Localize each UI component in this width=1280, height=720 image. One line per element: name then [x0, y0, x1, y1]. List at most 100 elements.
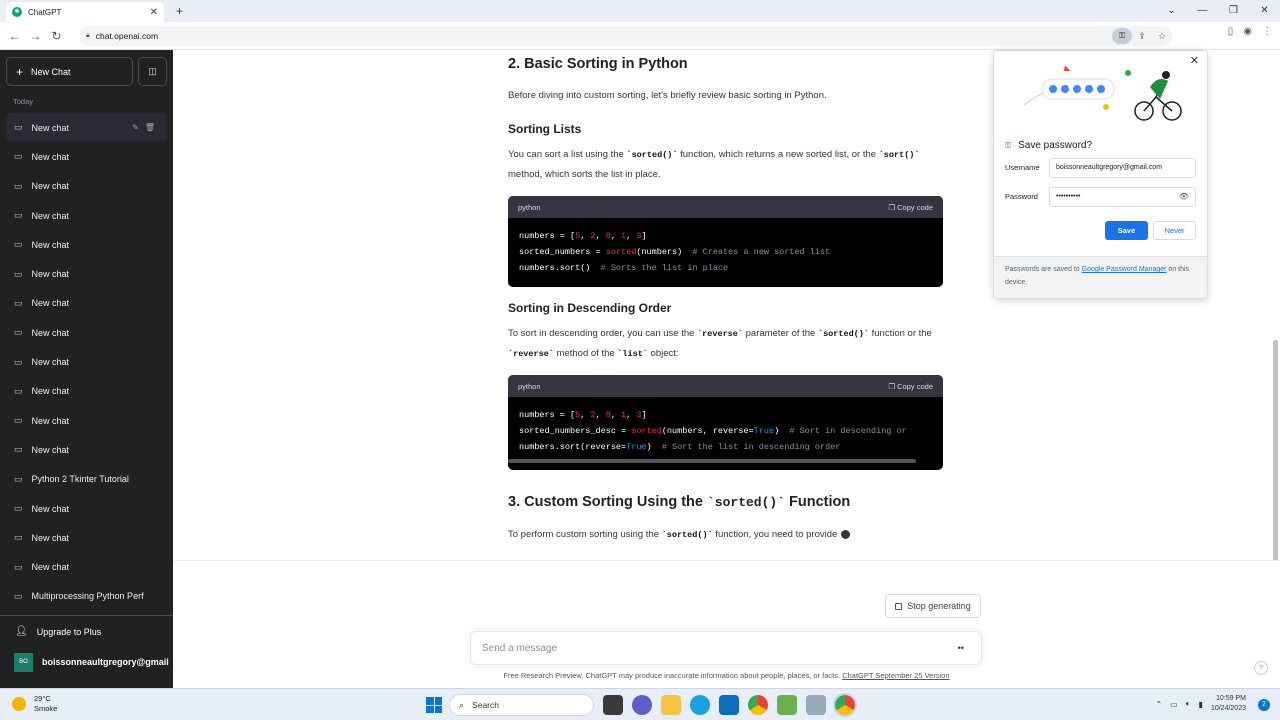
- upgrade-button[interactable]: 👤︎ Upgrade to Plus: [0, 616, 173, 647]
- password-key-icon[interactable]: ⚿: [1112, 28, 1132, 44]
- tab-title: ChatGPT: [28, 7, 62, 17]
- clock[interactable]: 10:59 PM 10/24/2023: [1211, 694, 1246, 714]
- copy-code-button[interactable]: ❐ Copy code: [888, 382, 933, 391]
- network-icon[interactable]: ▭: [1170, 700, 1178, 709]
- weather-icon: [12, 697, 26, 711]
- chat-item[interactable]: ▭ Multiprocessing Python Perf: [6, 582, 167, 611]
- code-language: python: [518, 381, 541, 391]
- version-link[interactable]: ChatGPT September 25 Version: [842, 671, 949, 680]
- show-password-icon[interactable]: 👁︎: [1179, 188, 1189, 206]
- close-icon[interactable]: ✕: [1190, 54, 1199, 67]
- weather-widget[interactable]: 29°C Smoke: [12, 694, 57, 714]
- chat-item[interactable]: ▭ New chat: [6, 318, 167, 347]
- chat-item[interactable]: ▭ New chat: [6, 406, 167, 435]
- paragraph: You can sort a list using the `sorted()`…: [508, 149, 920, 180]
- close-window-button[interactable]: ✕: [1249, 0, 1280, 22]
- dialog-title: ⚿ Save password?: [1005, 140, 1093, 151]
- volume-icon[interactable]: 🔈︎: [1186, 699, 1191, 709]
- close-tab-icon[interactable]: ✕: [150, 7, 158, 18]
- chat-item[interactable]: ▭ New chat: [6, 377, 167, 406]
- notification-badge[interactable]: 2: [1258, 699, 1270, 711]
- new-tab-button[interactable]: +: [176, 4, 183, 18]
- site-info-icon[interactable]: 🔒︎: [86, 32, 90, 40]
- chat-item[interactable]: ▭ New chat ✎🗑︎: [6, 113, 167, 143]
- notepad-icon[interactable]: [777, 695, 797, 715]
- chat-item[interactable]: ▭ New chat: [6, 523, 167, 552]
- save-password-dialog: ✕ ⚿ Save password? Username boissonneault…: [993, 50, 1208, 299]
- stop-icon: [895, 602, 903, 610]
- username-field[interactable]: boissonneaultgregory@gmail.com: [1049, 158, 1196, 178]
- chat-item-label: New chat: [31, 444, 70, 455]
- message-input[interactable]: Send a message ••: [470, 631, 982, 665]
- chrome-active-icon[interactable]: [833, 693, 857, 717]
- browser-tab[interactable]: ✺ ChatGPT ✕: [6, 2, 164, 22]
- sidebar-toggle-button[interactable]: ◫: [138, 57, 167, 86]
- sidepanel-icon[interactable]: ▯: [1228, 26, 1234, 37]
- forward-icon[interactable]: →: [25, 29, 46, 43]
- password-field[interactable]: •••••••••• 👁︎: [1049, 187, 1196, 207]
- chat-item[interactable]: ▭ New chat: [6, 347, 167, 376]
- edit-icon[interactable]: ✎: [132, 123, 145, 132]
- share-icon[interactable]: ⇪: [1132, 31, 1152, 42]
- chat-item[interactable]: ▭ New chat: [6, 142, 167, 171]
- chat-item[interactable]: ▭ New chat: [6, 230, 167, 259]
- message-icon: ▭: [14, 122, 23, 133]
- app-icon[interactable]: [806, 695, 826, 715]
- minimize-button[interactable]: —: [1187, 0, 1218, 22]
- code-block: python ❐ Copy code numbers = [5, 2, 8, 1,…: [508, 375, 943, 470]
- file-explorer-icon[interactable]: [661, 695, 681, 715]
- chat-item[interactable]: ▭ New chat: [6, 435, 167, 464]
- reload-icon[interactable]: ↻: [46, 29, 67, 43]
- battery-icon[interactable]: ▮: [1199, 700, 1203, 709]
- page-scrollbar[interactable]: [1273, 340, 1278, 590]
- sidebar-footer: 👤︎ Upgrade to Plus BO boissonneaultgregory…: [0, 615, 173, 677]
- chat-item-label: New chat: [31, 386, 70, 397]
- code-block: python ❐ Copy code numbers = [5, 2, 8, 1,…: [508, 196, 943, 287]
- message-placeholder: Send a message: [482, 642, 558, 654]
- save-button[interactable]: Save: [1105, 221, 1148, 240]
- chat-item[interactable]: ▭ New chat: [6, 494, 167, 523]
- maximize-button[interactable]: ❐: [1218, 0, 1249, 22]
- never-button[interactable]: Never: [1153, 221, 1196, 240]
- store-icon[interactable]: [719, 695, 739, 715]
- plus-icon: +: [16, 64, 24, 79]
- url-bar[interactable]: 🔒︎ chat.openai.com ⚿ ⇪ ☆: [80, 26, 1172, 46]
- password-manager-link[interactable]: Google Password Manager: [1082, 266, 1167, 273]
- section-label: Today: [13, 97, 34, 106]
- bookmark-star-icon[interactable]: ☆: [1152, 31, 1172, 42]
- new-chat-button[interactable]: + New Chat: [6, 57, 133, 86]
- chat-item[interactable]: ▭ New chat: [6, 289, 167, 318]
- user-name: boissonneaultgregory@gmail: [42, 657, 169, 667]
- chat-item[interactable]: ▭ New chat: [6, 172, 167, 201]
- copy-code-button[interactable]: ❐ Copy code: [888, 203, 933, 212]
- chat-item[interactable]: ▭ New chat: [6, 201, 167, 230]
- message-icon: ▭: [14, 268, 23, 279]
- code-horizontal-scrollbar[interactable]: [508, 459, 916, 463]
- tab-search-icon[interactable]: ⌄: [1156, 0, 1187, 22]
- menu-kebab-icon[interactable]: ⋮: [1262, 26, 1272, 37]
- message-icon: ▭: [14, 210, 23, 221]
- back-icon[interactable]: ←: [4, 29, 25, 43]
- message-icon: ▭: [14, 415, 23, 426]
- trash-icon[interactable]: 🗑︎: [145, 123, 161, 132]
- chat-item[interactable]: ▭ New chat: [6, 259, 167, 288]
- chevron-up-icon[interactable]: ⌃: [1155, 700, 1162, 709]
- user-menu[interactable]: BO boissonneaultgregory@gmail: [0, 647, 173, 677]
- stop-generating-button[interactable]: Stop generating: [885, 594, 981, 618]
- start-button[interactable]: [426, 697, 442, 713]
- message-icon: ▭: [14, 561, 23, 572]
- teams-icon[interactable]: [632, 695, 652, 715]
- loading-dots-icon: ••: [957, 643, 964, 653]
- chat-item[interactable]: ▭ Python 2 Tkinter Tutorial: [6, 465, 167, 494]
- message-icon: ▭: [14, 590, 23, 601]
- chrome-icon[interactable]: [748, 695, 768, 715]
- message-icon: ▭: [14, 297, 23, 308]
- edge-icon[interactable]: [690, 695, 710, 715]
- help-button[interactable]: ?: [1254, 661, 1268, 675]
- typing-cursor: [841, 529, 851, 539]
- task-view-icon[interactable]: [603, 695, 623, 715]
- taskbar-search[interactable]: ⌕ Search: [449, 694, 594, 716]
- chat-item[interactable]: ▭ New chat: [6, 552, 167, 581]
- profile-icon[interactable]: ◉: [1243, 26, 1252, 37]
- chat-item-label: New chat: [31, 532, 70, 543]
